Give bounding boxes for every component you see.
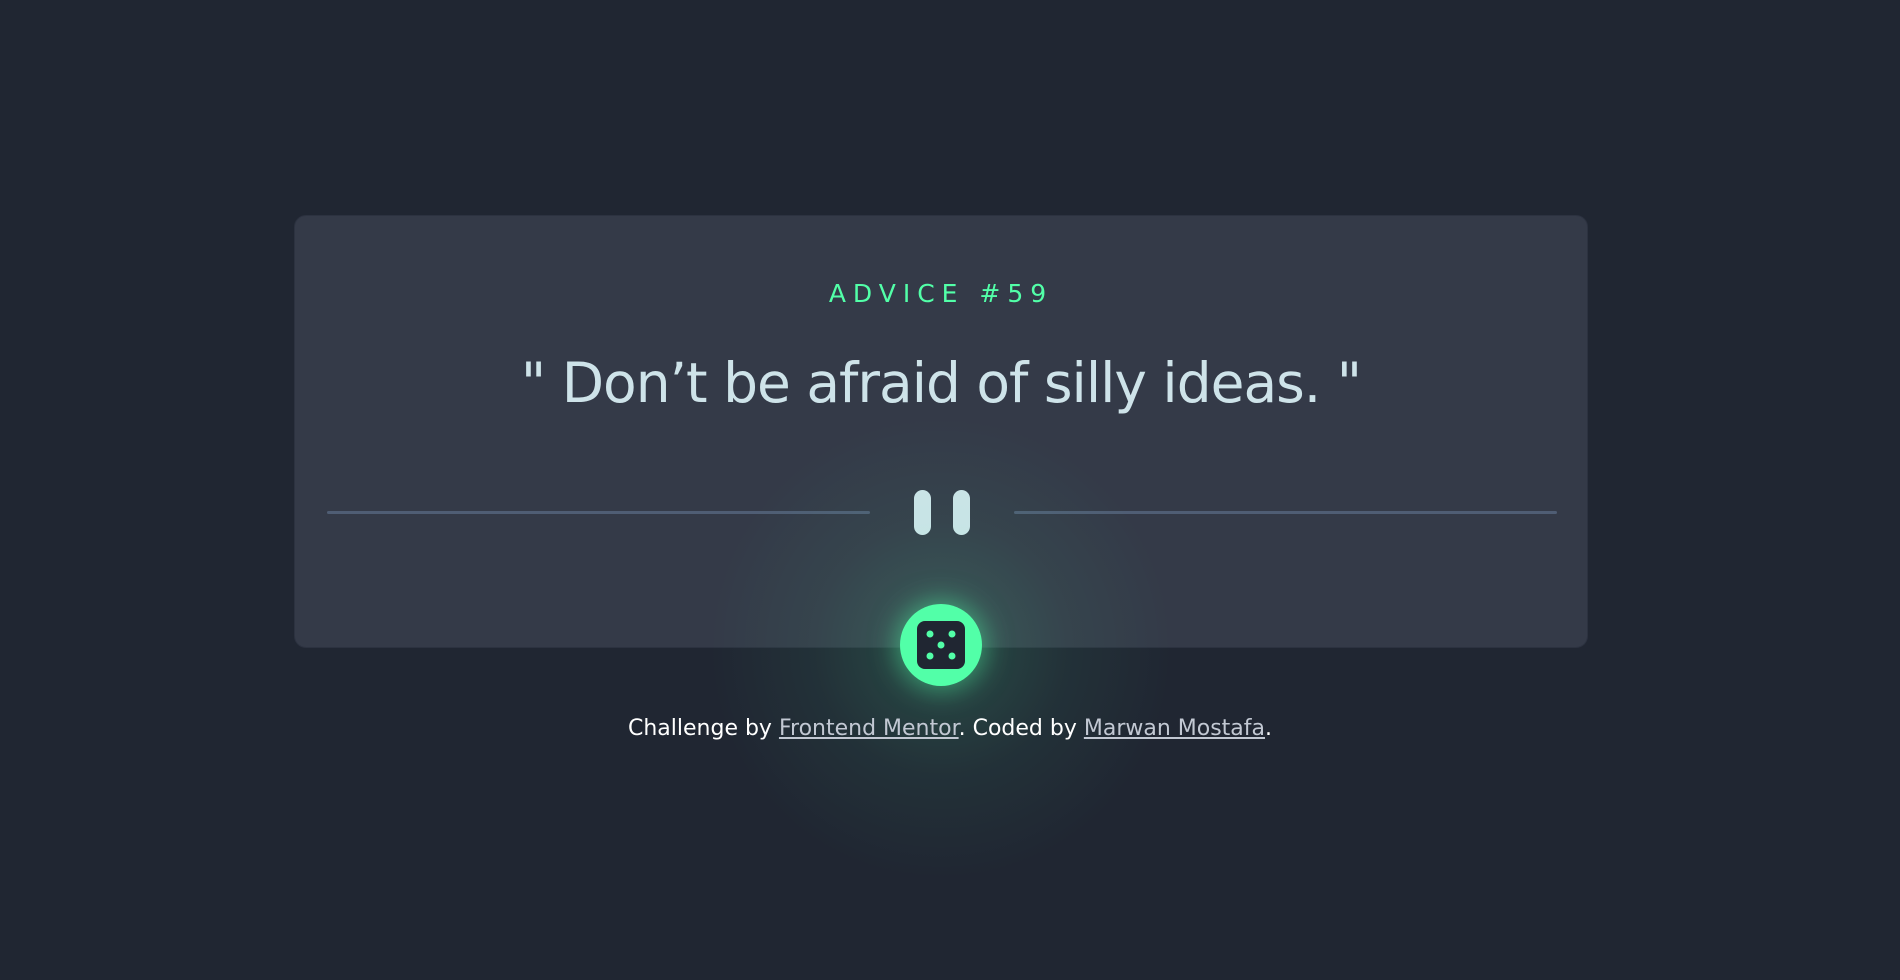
divider-line-right (1014, 511, 1557, 514)
attribution-prefix: Challenge by (627, 716, 779, 741)
page: ADVICE #59 " Don’t be afraid of silly id… (0, 0, 1900, 980)
divider (327, 488, 1557, 536)
attribution-suffix: . (1265, 716, 1273, 741)
author-link[interactable]: Marwan Mostafa (1084, 716, 1265, 741)
generate-advice-button[interactable] (900, 604, 982, 686)
advice-card: ADVICE #59 " Don’t be afraid of silly id… (294, 215, 1588, 648)
advice-quote: " Don’t be afraid of silly ideas. " (520, 351, 1362, 415)
dice-icon (917, 621, 965, 669)
frontend-mentor-link[interactable]: Frontend Mentor (779, 716, 959, 741)
pause-icon (914, 488, 970, 536)
advice-number: ADVICE #59 (828, 279, 1054, 308)
attribution: Challenge by Frontend Mentor. Coded by M… (0, 714, 1900, 744)
divider-line-left (327, 511, 870, 514)
attribution-middle: . Coded by (958, 716, 1084, 741)
